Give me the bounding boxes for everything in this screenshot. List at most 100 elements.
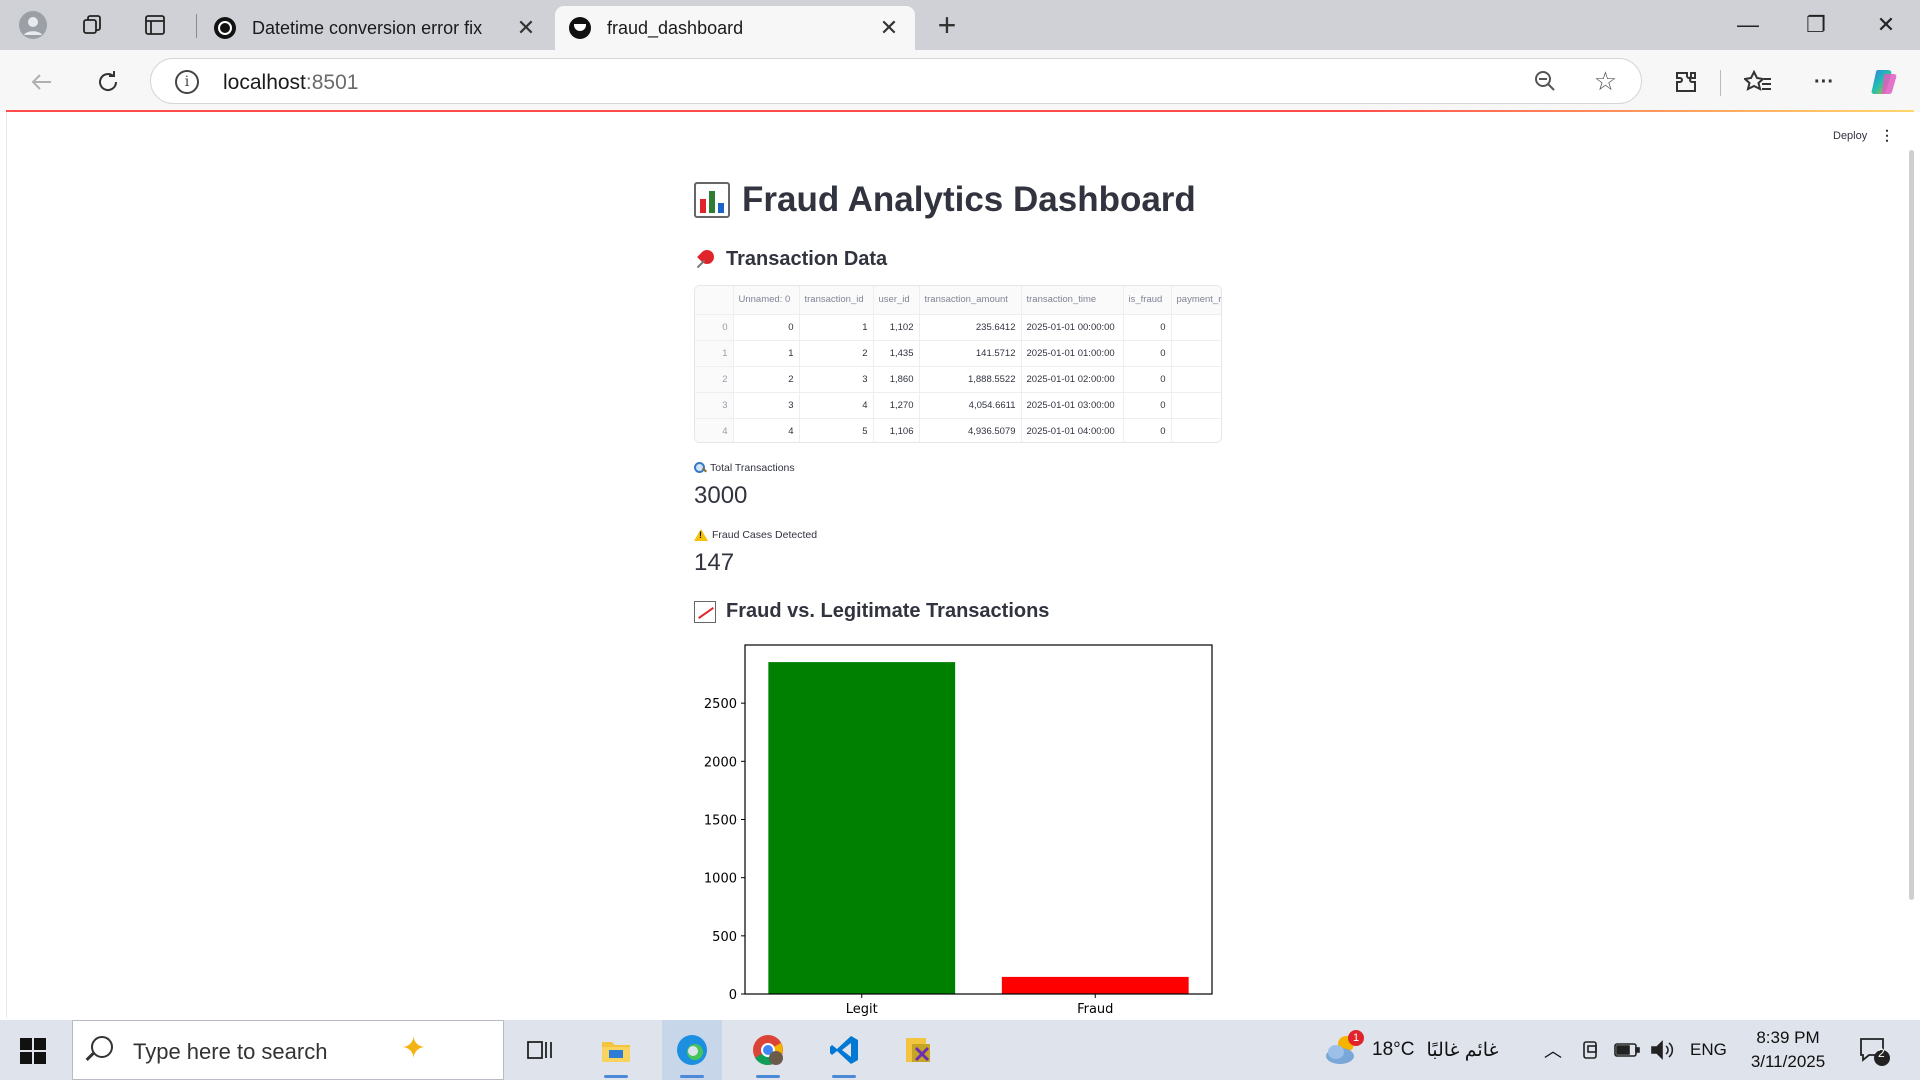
new-tab-plus-icon[interactable]: + (930, 8, 964, 42)
table-cell[interactable]: 1,860 (873, 366, 920, 393)
battery-icon[interactable] (1614, 1020, 1640, 1080)
table-cell[interactable]: 4,936.5079 (919, 418, 1022, 442)
show-hidden-icons-chevron-icon[interactable]: ︿ (1544, 1020, 1562, 1080)
table-cell[interactable]: 0 (1123, 392, 1172, 419)
tab-fraud-dashboard[interactable]: fraud_dashboard ✕ (555, 6, 915, 50)
table-cell[interactable]: 5 (799, 418, 874, 442)
notifications-icon[interactable]: 2 (1856, 1020, 1890, 1080)
window-close-icon[interactable]: ✕ (1856, 8, 1916, 42)
sql-tool-icon[interactable] (888, 1020, 948, 1080)
chrome-icon[interactable] (738, 1020, 798, 1080)
table-cell[interactable]: 0 (1123, 418, 1172, 442)
column-header[interactable]: transaction_amount (919, 286, 1022, 315)
table-cell[interactable]: 1,435 (873, 340, 920, 367)
transaction-dataframe[interactable]: Unnamed: 0 transaction_id user_id transa… (694, 285, 1222, 443)
column-header[interactable] (695, 286, 734, 315)
file-explorer-icon[interactable] (586, 1020, 646, 1080)
table-cell[interactable]: 4 (733, 418, 800, 442)
table-cell[interactable]: 2025-01-01 04:00:00 (1021, 418, 1124, 442)
table-cell[interactable] (1171, 340, 1221, 367)
profile-icon[interactable] (16, 8, 50, 42)
close-icon[interactable]: ✕ (514, 15, 538, 41)
vscode-icon[interactable] (814, 1020, 874, 1080)
column-header[interactable]: Unnamed: 0 (733, 286, 800, 315)
table-cell[interactable]: 4 (695, 418, 734, 442)
column-header[interactable]: user_id (873, 286, 920, 315)
table-cell[interactable]: 4 (799, 392, 874, 419)
url-text[interactable]: localhost:8501 (223, 71, 358, 95)
table-cell[interactable]: 2025-01-01 03:00:00 (1021, 392, 1124, 419)
windows-start-icon[interactable] (20, 1038, 46, 1064)
extensions-icon[interactable] (1666, 62, 1706, 102)
tab-title: fraud_dashboard (607, 17, 744, 38)
column-header[interactable]: transaction_time (1021, 286, 1124, 315)
column-header[interactable]: transaction_id (799, 286, 874, 315)
page-scrollbar[interactable] (1909, 150, 1914, 900)
copilot-icon[interactable] (1866, 62, 1906, 102)
table-cell[interactable] (1171, 392, 1221, 419)
favorites-list-icon[interactable] (1738, 62, 1778, 102)
streamlit-favicon-icon (569, 17, 591, 39)
minimize-icon[interactable]: — (1718, 8, 1778, 42)
table-cell[interactable]: 1,106 (873, 418, 920, 442)
metric-fraud-value: 147 (694, 549, 735, 576)
metric-label-text: Total Transactions (710, 462, 795, 474)
table-cell[interactable]: 1 (695, 340, 734, 367)
weather-cloud-icon: 1 (1322, 1030, 1364, 1068)
favorite-star-icon[interactable]: ☆ (1594, 66, 1617, 97)
task-view-icon[interactable] (510, 1020, 570, 1080)
table-cell[interactable] (1171, 366, 1221, 393)
refresh-icon[interactable] (88, 62, 128, 102)
table-cell[interactable]: 2 (695, 366, 734, 393)
table-cell[interactable]: 1 (799, 314, 874, 341)
language-indicator[interactable]: ENG (1690, 1020, 1727, 1080)
table-cell[interactable]: 0 (733, 314, 800, 341)
table-cell[interactable]: 0 (1123, 314, 1172, 341)
table-cell[interactable]: 0 (1123, 340, 1172, 367)
back-arrow-icon[interactable] (22, 62, 62, 102)
table-row: 4 4 5 1,106 4,936.5079 2025-01-01 04:00:00 0 (695, 418, 1221, 442)
table-cell[interactable]: 2025-01-01 02:00:00 (1021, 366, 1124, 393)
table-cell[interactable] (1171, 314, 1221, 341)
more-menu-icon[interactable]: ··· (1804, 62, 1844, 102)
taskbar-clock[interactable]: 8:39 PM 3/11/2025 (1740, 1026, 1836, 1074)
address-bar[interactable]: i localhost:8501 ☆ (150, 58, 1642, 104)
meet-now-icon[interactable] (1580, 1020, 1602, 1080)
table-cell[interactable]: 1,888.5522 (919, 366, 1022, 393)
table-cell[interactable]: 2 (733, 366, 800, 393)
zoom-out-icon[interactable] (1533, 69, 1557, 99)
deploy-button[interactable]: Deploy (1833, 130, 1867, 142)
table-cell[interactable]: 4,054.6611 (919, 392, 1022, 419)
table-cell[interactable]: 1,102 (873, 314, 920, 341)
table-cell[interactable]: 1 (733, 340, 800, 367)
tab-separator (196, 14, 197, 38)
url-port: :8501 (305, 71, 359, 94)
table-cell[interactable]: 0 (1123, 366, 1172, 393)
tab-actions-icon[interactable] (138, 8, 172, 42)
tab-datetime-fix[interactable]: Datetime conversion error fix ✕ (200, 6, 552, 50)
table-cell[interactable]: 1,270 (873, 392, 920, 419)
table-cell[interactable]: 2025-01-01 01:00:00 (1021, 340, 1124, 367)
restore-icon[interactable]: ❐ (1786, 8, 1846, 42)
table-cell[interactable]: 3 (695, 392, 734, 419)
taskbar-search-box[interactable]: Type here to search ✦ (72, 1020, 504, 1080)
volume-icon[interactable] (1650, 1020, 1676, 1080)
edge-browser-icon[interactable] (662, 1020, 722, 1080)
weather-widget[interactable]: 1 18°C غائم غالبًا (1322, 1020, 1498, 1080)
metric-label-text: Fraud Cases Detected (712, 529, 818, 541)
table-cell[interactable]: 2025-01-01 00:00:00 (1021, 314, 1124, 341)
table-cell[interactable]: 3 (733, 392, 800, 419)
chart-increasing-icon (694, 600, 716, 623)
table-cell[interactable]: 3 (799, 366, 874, 393)
site-info-icon[interactable]: i (175, 70, 199, 94)
table-cell[interactable] (1171, 418, 1221, 442)
table-cell[interactable]: 2 (799, 340, 874, 367)
column-header[interactable]: is_fraud (1123, 286, 1172, 315)
table-cell[interactable]: 235.6412 (919, 314, 1022, 341)
workspaces-icon[interactable] (76, 8, 110, 42)
table-cell[interactable]: 141.5712 (919, 340, 1022, 367)
table-cell[interactable]: 0 (695, 314, 734, 341)
close-icon[interactable]: ✕ (877, 15, 901, 41)
kebab-icon[interactable]: ⋮ (1880, 127, 1894, 144)
column-header[interactable]: payment_r (1171, 286, 1221, 315)
